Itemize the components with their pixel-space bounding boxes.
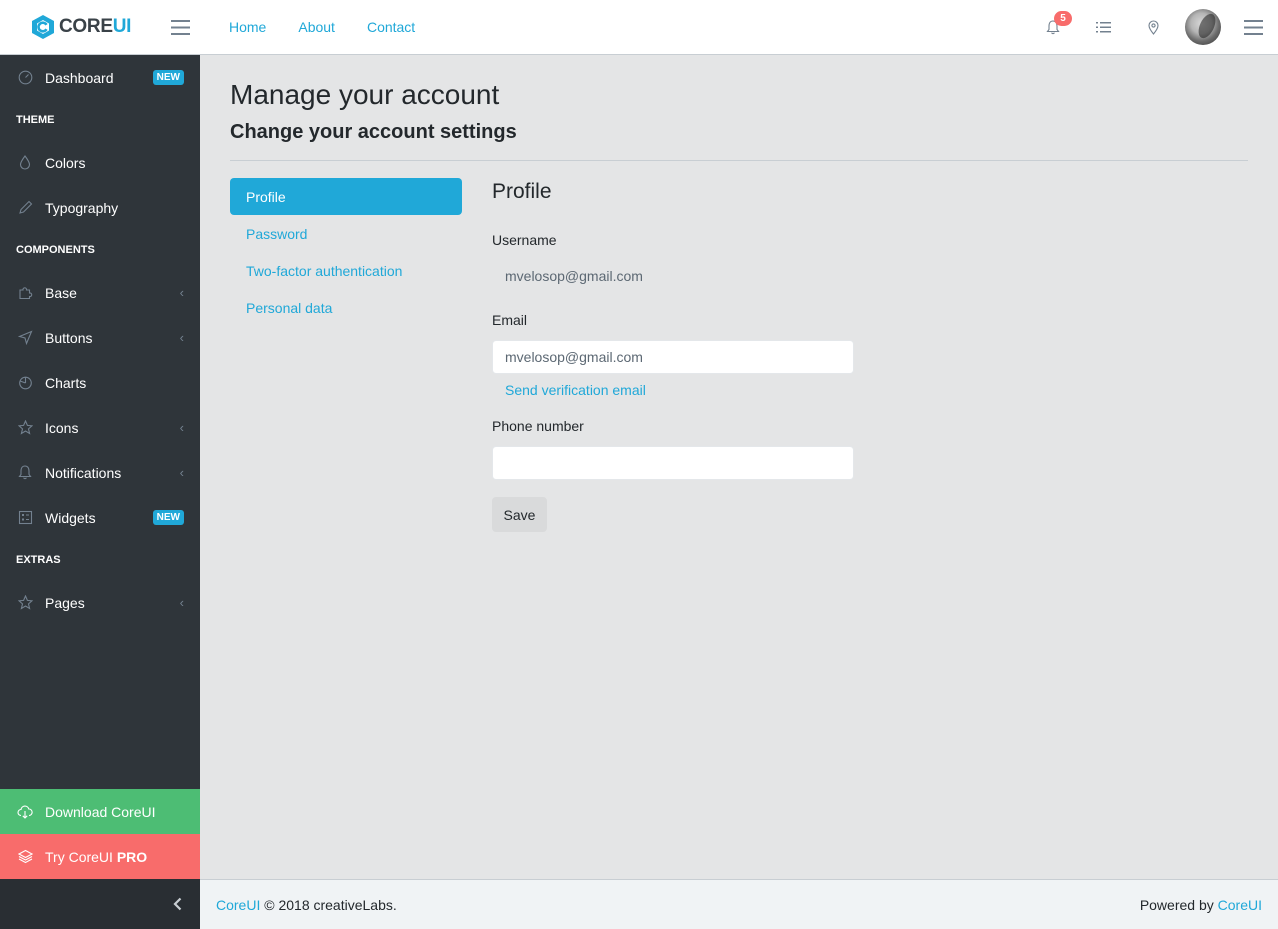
app-footer: CoreUI © 2018 creativeLabs. Powered by C… xyxy=(200,879,1278,929)
calculator-icon xyxy=(16,509,34,527)
chevron-left-icon: ‹ xyxy=(179,465,184,480)
pill-profile[interactable]: Profile xyxy=(230,178,462,215)
notifications-button[interactable]: 5 xyxy=(1028,0,1078,55)
sidebar-item-download[interactable]: Download CoreUI xyxy=(0,789,200,834)
sidebar-bottom-links: Download CoreUI Try CoreUI PRO xyxy=(0,789,200,879)
nav-contact-link[interactable]: Contact xyxy=(351,0,431,55)
notifications-count-badge: 5 xyxy=(1054,10,1072,26)
app-header: COREUI Home About Contact 5 xyxy=(0,0,1278,55)
sidebar-item-buttons[interactable]: Buttons ‹ xyxy=(0,315,200,360)
sidebar-title-extras: EXTRAS xyxy=(16,554,61,566)
sidebar-toggler-button[interactable] xyxy=(155,0,205,55)
pill-password[interactable]: Password xyxy=(230,215,462,252)
sidebar-item-label: Try CoreUI PRO xyxy=(45,848,148,865)
sidebar-item-label: Widgets xyxy=(45,509,96,526)
header-right: 5 xyxy=(1028,0,1278,55)
sidebar-item-label: Typography xyxy=(45,199,119,216)
sidebar-item-try-pro[interactable]: Try CoreUI PRO xyxy=(0,834,200,879)
new-badge: NEW xyxy=(152,70,184,85)
sidebar-item-label: Dashboard xyxy=(45,69,114,86)
user-avatar[interactable] xyxy=(1185,9,1221,45)
account-nav-pills: Profile Password Two-factor authenticati… xyxy=(230,178,462,326)
location-pin-icon xyxy=(1147,19,1159,35)
username-value: mvelosop@gmail.com xyxy=(505,268,643,284)
footer-powered-by: Powered by xyxy=(1139,896,1218,913)
sidebar-item-base[interactable]: Base ‹ xyxy=(0,270,200,315)
page-title: Manage your account xyxy=(230,79,500,110)
hamburger-icon xyxy=(170,19,190,35)
form-title: Profile xyxy=(492,180,552,203)
sidebar-title-theme: THEME xyxy=(16,114,55,126)
footer-powered-coreui-link[interactable]: CoreUI xyxy=(1218,897,1262,913)
send-verification-email-link[interactable]: Send verification email xyxy=(492,382,854,402)
sidebar-item-label: Pages xyxy=(45,594,85,611)
chevron-left-icon xyxy=(173,897,182,911)
footer-coreui-link[interactable]: CoreUI xyxy=(216,897,260,913)
sidebar-item-widgets[interactable]: Widgets NEW xyxy=(0,495,200,540)
save-button[interactable]: Save xyxy=(492,497,547,532)
star-icon xyxy=(16,419,34,437)
main-content: Manage your account Change your account … xyxy=(200,55,1278,879)
footer-copyright: © 2018 creativeLabs. xyxy=(260,896,397,913)
sidebar-item-label: Colors xyxy=(45,154,86,171)
sidebar-item-icons[interactable]: Icons ‹ xyxy=(0,405,200,450)
sidebar-minimizer-button[interactable] xyxy=(0,879,200,929)
divider xyxy=(230,160,1248,161)
username-label: Username xyxy=(492,232,557,248)
cloud-download-icon xyxy=(16,803,34,821)
sidebar-item-dashboard[interactable]: Dashboard NEW xyxy=(0,55,200,100)
layers-icon xyxy=(16,848,34,866)
drop-icon xyxy=(16,154,34,172)
profile-form: Profile Username mvelosop@gmail.com Emai… xyxy=(492,178,854,532)
sidebar-item-typography[interactable]: Typography xyxy=(0,185,200,230)
pencil-icon xyxy=(16,199,34,217)
brand-logo-link[interactable]: COREUI xyxy=(0,0,155,55)
chevron-left-icon: ‹ xyxy=(179,330,184,345)
sidebar-item-label: Charts xyxy=(45,374,87,391)
sidebar: Dashboard NEW THEME Colors Typography CO… xyxy=(0,55,200,929)
cursor-icon xyxy=(16,329,34,347)
bell-icon xyxy=(16,464,34,482)
sidebar-item-label: Download CoreUI xyxy=(45,803,156,820)
pill-personal-data[interactable]: Personal data xyxy=(230,289,462,326)
sidebar-title-components: COMPONENTS xyxy=(16,244,95,256)
sidebar-item-label: Notifications xyxy=(45,464,122,481)
coreui-logo-icon xyxy=(32,15,54,39)
sidebar-item-notifications[interactable]: Notifications ‹ xyxy=(0,450,200,495)
footer-right: Powered by CoreUI xyxy=(1140,897,1262,913)
location-button[interactable] xyxy=(1128,0,1178,55)
speedometer-icon xyxy=(16,69,34,87)
email-label: Email xyxy=(492,312,528,328)
chevron-left-icon: ‹ xyxy=(179,285,184,300)
tasks-list-button[interactable] xyxy=(1078,0,1128,55)
nav-home-link[interactable]: Home xyxy=(213,0,282,55)
list-icon xyxy=(1095,21,1111,32)
sidebar-item-colors[interactable]: Colors xyxy=(0,140,200,185)
aside-menu-toggler-button[interactable] xyxy=(1228,0,1278,55)
sidebar-item-pages[interactable]: Pages ‹ xyxy=(0,580,200,625)
footer-left: CoreUI © 2018 creativeLabs. xyxy=(216,897,397,913)
email-field[interactable] xyxy=(492,340,854,374)
new-badge: NEW xyxy=(152,510,184,525)
hamburger-icon xyxy=(1243,19,1263,35)
sidebar-item-label: Buttons xyxy=(45,329,93,346)
puzzle-icon xyxy=(16,284,34,302)
sidebar-item-label: Icons xyxy=(45,419,79,436)
phone-number-field[interactable] xyxy=(492,446,854,480)
sidebar-item-label: Base xyxy=(45,284,77,301)
star-icon xyxy=(16,594,34,612)
header-nav: Home About Contact xyxy=(213,0,431,55)
brand-name: COREUI xyxy=(59,16,132,37)
pill-two-factor-authentication[interactable]: Two-factor authentication xyxy=(230,252,462,289)
page-subtitle: Change your account settings xyxy=(230,121,517,143)
phone-number-label: Phone number xyxy=(492,418,584,434)
sidebar-item-charts[interactable]: Charts xyxy=(0,360,200,405)
nav-about-link[interactable]: About xyxy=(282,0,351,55)
chevron-left-icon: ‹ xyxy=(179,595,184,610)
pie-chart-icon xyxy=(16,374,34,392)
chevron-left-icon: ‹ xyxy=(179,420,184,435)
